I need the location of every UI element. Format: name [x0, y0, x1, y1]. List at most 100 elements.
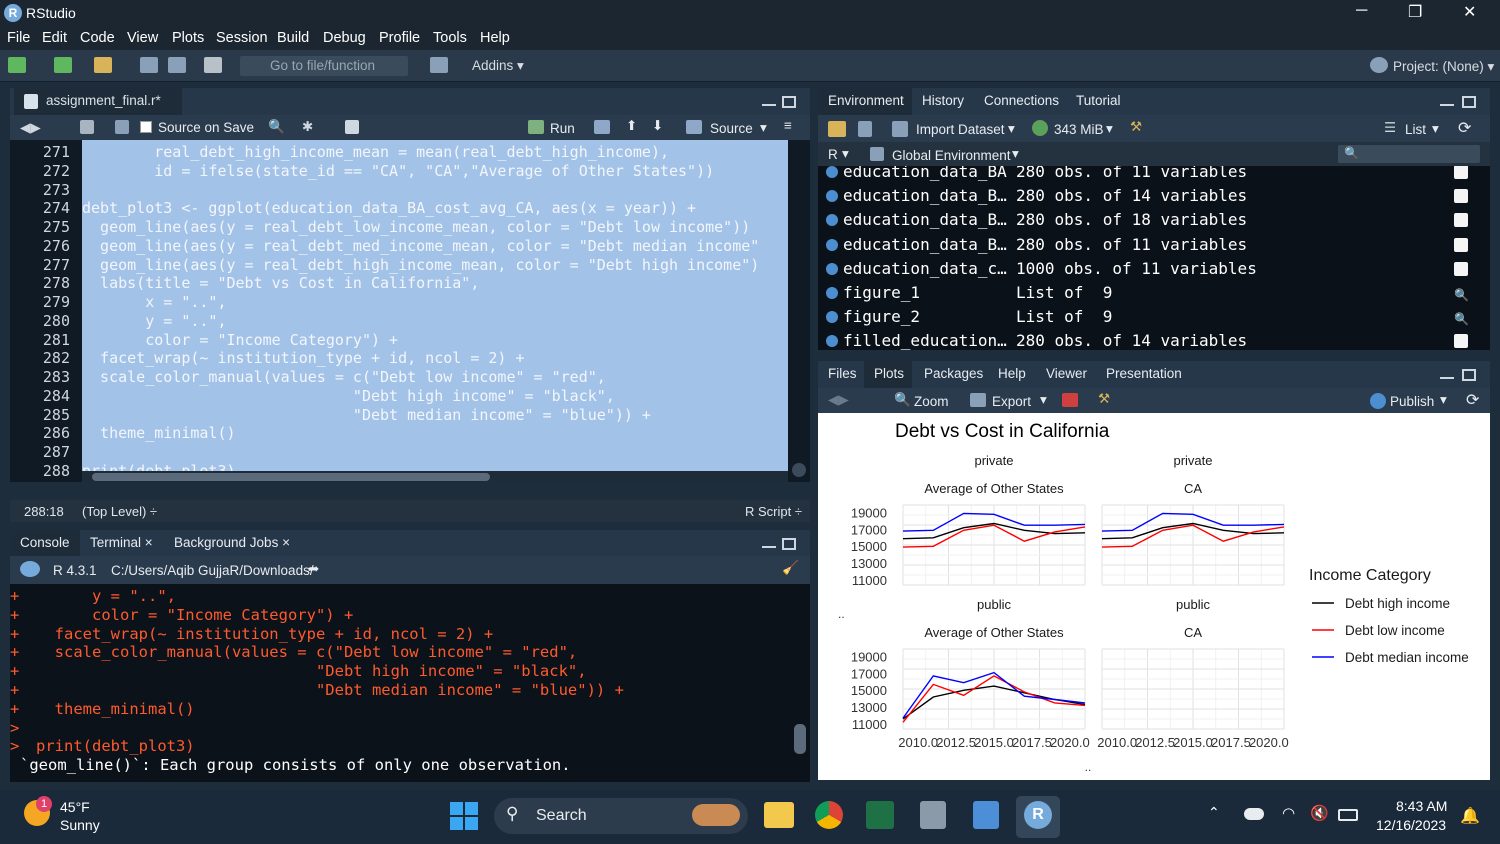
refresh-icon[interactable]: ⟳ — [1466, 390, 1479, 410]
minimize-icon[interactable]: ─ — [1356, 2, 1367, 20]
load-workspace-icon[interactable] — [828, 121, 846, 137]
menu-profile[interactable]: Profile — [379, 30, 420, 46]
menu-code[interactable]: Code — [80, 30, 115, 46]
volume-icon[interactable]: 🔇 — [1310, 804, 1329, 822]
menu-debug[interactable]: Debug — [323, 30, 366, 46]
compile-report-icon[interactable] — [345, 120, 359, 134]
tab-viewer[interactable]: Viewer — [1036, 361, 1096, 388]
rerun-icon[interactable] — [594, 120, 610, 134]
code-selection[interactable]: real_debt_high_income_mean = mean(real_d… — [82, 140, 788, 471]
environment-search-input[interactable]: 🔍 — [1338, 145, 1480, 163]
memory-usage[interactable]: 343 MiB — [1054, 122, 1104, 137]
previous-plot-icon[interactable]: ◀▶ — [828, 392, 849, 408]
project-menu[interactable]: Project: (None) ▾ — [1393, 59, 1494, 75]
broom-icon[interactable]: ⚒ — [1098, 391, 1110, 407]
tab-history[interactable]: History — [912, 88, 974, 115]
environment-row[interactable]: education_data_B… 280 obs. of 18 variable… — [818, 208, 1490, 232]
code-line[interactable]: labs(title = "Debt vs Cost in California… — [82, 274, 479, 293]
code-line[interactable]: geom_line(aes(y = real_debt_med_income_m… — [82, 237, 759, 256]
maximize-icon[interactable]: ❐ — [1408, 2, 1422, 22]
magic-wand-icon[interactable]: ✱ — [302, 119, 313, 135]
chevron-down-icon[interactable]: ▾ — [1008, 121, 1015, 137]
environment-row[interactable]: education_data_c… 1000 obs. of 11 variabl… — [818, 257, 1490, 281]
export-button[interactable]: Export — [992, 394, 1031, 409]
goto-file-input[interactable]: Go to file/function — [240, 56, 408, 76]
chevron-down-icon[interactable]: ▾ — [1106, 121, 1113, 137]
show-in-window-icon[interactable] — [80, 120, 94, 134]
table-view-icon[interactable] — [1454, 237, 1468, 252]
expand-icon[interactable] — [826, 262, 838, 275]
onedrive-icon[interactable] — [1244, 808, 1264, 820]
grid-icon[interactable] — [430, 57, 448, 73]
code-line[interactable]: "Debt high income" = "black", — [82, 387, 615, 406]
clear-console-icon[interactable]: 🧹 — [782, 560, 799, 576]
scope-indicator[interactable]: (Top Level) ÷ — [82, 504, 157, 519]
magnifier-icon[interactable]: 🔍 — [1454, 307, 1469, 326]
environment-row[interactable]: figure_1 List of 9 🔍 — [818, 281, 1490, 305]
source-button[interactable]: Source — [710, 121, 753, 136]
maximize-pane-icon[interactable] — [1462, 369, 1476, 381]
code-line[interactable]: "Debt median income" = "blue")) + — [82, 406, 651, 425]
code-line[interactable]: theme_minimal() — [82, 424, 235, 443]
expand-icon[interactable] — [826, 311, 838, 324]
code-line[interactable]: color = "Income Category") + — [82, 331, 398, 350]
tab-packages[interactable]: Packages — [914, 361, 988, 388]
expand-icon[interactable] — [826, 214, 838, 227]
tab-terminal[interactable]: Terminal × — [80, 530, 164, 556]
code-line[interactable]: y = "..", — [82, 312, 226, 331]
search-icon[interactable]: 🔍 — [268, 119, 285, 135]
expand-icon[interactable] — [826, 190, 838, 203]
menu-edit[interactable]: Edit — [42, 30, 67, 46]
minimize-pane-icon[interactable] — [1440, 100, 1454, 106]
console-scroll-thumb[interactable] — [794, 724, 806, 754]
maximize-pane-icon[interactable] — [782, 538, 796, 550]
menu-build[interactable]: Build — [277, 30, 309, 46]
save-all-icon[interactable] — [168, 57, 186, 73]
maximize-pane-icon[interactable] — [1462, 96, 1476, 108]
tab-background-jobs[interactable]: Background Jobs × — [164, 530, 304, 556]
environment-row[interactable]: figure_2 List of 9 🔍 — [818, 305, 1490, 329]
code-line[interactable]: facet_wrap(~ institution_type + id, ncol… — [82, 349, 524, 368]
expand-icon[interactable] — [826, 335, 838, 348]
open-folder-icon[interactable] — [94, 57, 112, 73]
chevron-down-icon[interactable]: ▾ — [760, 120, 767, 136]
tab-environment[interactable]: Environment — [818, 88, 912, 115]
code-line[interactable]: x = "..", — [82, 293, 226, 312]
publish-button[interactable]: Publish — [1390, 394, 1434, 409]
goto-directory-icon[interactable]: ➦ — [308, 561, 319, 577]
new-file-icon[interactable] — [8, 57, 26, 73]
menu-session[interactable]: Session — [216, 30, 268, 46]
scroll-thumb[interactable] — [92, 473, 490, 481]
environment-row[interactable]: education_data_B… 280 obs. of 14 variable… — [818, 184, 1490, 208]
code-line[interactable]: real_debt_high_income_mean = mean(real_d… — [82, 143, 669, 162]
minimize-pane-icon[interactable] — [762, 542, 776, 548]
run-button[interactable]: Run — [550, 121, 575, 136]
source-on-save-checkbox[interactable] — [140, 121, 152, 133]
new-project-icon[interactable] — [54, 57, 72, 73]
tab-help[interactable]: Help — [988, 361, 1036, 388]
save-icon[interactable] — [140, 57, 158, 73]
chevron-down-icon[interactable]: ▾ — [1012, 146, 1019, 162]
code-editor[interactable]: 271 272 273 274 275 276 277 278 279 280 281 282 283 2… — [10, 140, 810, 482]
tab-tutorial[interactable]: Tutorial — [1066, 88, 1136, 115]
clock-time[interactable]: 8:43 AM — [1396, 798, 1447, 814]
chrome-icon[interactable] — [815, 801, 843, 829]
environment-row[interactable]: education_data_BA 280 obs. of 11 variable… — [818, 166, 1490, 184]
down-arrow-icon[interactable]: ⬇ — [652, 118, 663, 134]
vertical-scroll-thumb[interactable] — [792, 463, 806, 477]
windows-start-icon[interactable] — [450, 802, 478, 830]
close-icon[interactable]: ✕ — [1463, 2, 1476, 22]
list-view-toggle[interactable]: List — [1405, 122, 1426, 137]
refresh-icon[interactable]: ⟳ — [1458, 118, 1471, 138]
tab-presentation[interactable]: Presentation — [1096, 361, 1192, 388]
environment-row[interactable]: education_data_B… 280 obs. of 11 variable… — [818, 233, 1490, 257]
notifications-bell-icon[interactable]: 🔔 — [1460, 806, 1480, 826]
expand-icon[interactable] — [826, 166, 838, 178]
table-view-icon[interactable] — [1454, 334, 1468, 349]
menu-view[interactable]: View — [127, 30, 158, 46]
notepad-icon[interactable] — [973, 801, 999, 829]
print-icon[interactable] — [204, 57, 222, 73]
clock-date[interactable]: 12/16/2023 — [1376, 817, 1446, 833]
tab-assignment-final[interactable]: assignment_final.r* — [14, 88, 182, 115]
calculator-icon[interactable] — [920, 801, 946, 829]
